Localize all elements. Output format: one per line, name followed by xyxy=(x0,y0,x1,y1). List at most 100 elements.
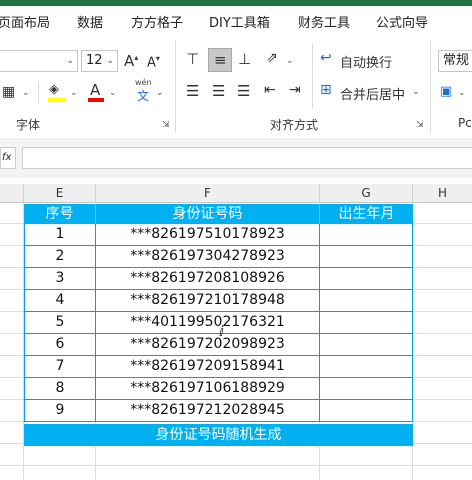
column-header-h[interactable]: H xyxy=(413,184,472,203)
font-name-dropdown[interactable]: ⌄ xyxy=(0,50,78,72)
font-color-button[interactable]: A xyxy=(86,80,106,104)
align-middle-button[interactable]: ≡ xyxy=(208,48,232,72)
align-middle-icon: ≡ xyxy=(214,51,227,69)
decrease-indent-icon[interactable]: ⇤ xyxy=(264,82,276,98)
cell-id-number[interactable]: ***826197510178923 xyxy=(96,224,320,246)
phonetic-guide-button[interactable]: wén 文 xyxy=(132,78,154,104)
orientation-icon[interactable]: ⇗ xyxy=(266,50,278,66)
cell-seq[interactable]: 6 xyxy=(24,334,96,356)
cell-id-number[interactable]: ***826197304278923 xyxy=(96,246,320,268)
merge-cells-icon: ⊞ xyxy=(320,82,332,98)
cell-id-number[interactable]: ***826197202098923 xyxy=(96,334,320,356)
alignment-group-label: 对齐方式 xyxy=(270,118,319,132)
chevron-down-icon[interactable]: ⌄ xyxy=(156,88,164,98)
merge-center-label: 合并后居中 xyxy=(340,88,406,103)
cell-seq[interactable]: 1 xyxy=(24,224,96,246)
column-header-g[interactable]: G xyxy=(320,184,413,203)
align-top-button[interactable]: ⊤ xyxy=(184,50,204,72)
tab-diy-toolbox[interactable]: DIY工具箱 xyxy=(209,12,270,31)
merge-center-button[interactable]: ⊞ 合并后居中 ⌄ xyxy=(320,82,420,104)
fill-color-swatch xyxy=(48,98,66,102)
column-header-d[interactable] xyxy=(0,184,24,203)
ibeam-cursor-icon: ⅈ xyxy=(219,324,224,340)
cell-id-number[interactable]: ***826197212028945 xyxy=(96,400,320,422)
cell-id-number[interactable]: ***401199502176321 xyxy=(96,312,320,334)
align-bottom-icon: ⊥ xyxy=(238,50,252,68)
phonetic-pinyin: wén xyxy=(135,78,152,87)
number-format-value: 常规 xyxy=(443,53,470,68)
chevron-down-icon: ⌄ xyxy=(412,87,420,97)
chevron-down-icon[interactable]: ⌄ xyxy=(22,88,30,98)
column-header-e[interactable]: E xyxy=(24,184,96,203)
cell-id-number[interactable]: ***826197210178948 xyxy=(96,290,320,312)
cell-seq[interactable]: 8 xyxy=(24,378,96,400)
paint-bucket-icon: ◈ xyxy=(49,82,59,97)
fx-icon[interactable]: fx xyxy=(0,147,16,169)
align-bottom-button[interactable]: ⊥ xyxy=(236,50,256,72)
cell-seq[interactable]: 7 xyxy=(24,356,96,378)
alignment-dialog-launcher-icon[interactable]: ⇲ xyxy=(416,120,424,130)
cell-birth[interactable] xyxy=(320,334,413,356)
grow-font-button[interactable]: A▴ xyxy=(124,52,138,70)
align-right-icon[interactable]: ☰ xyxy=(237,82,250,100)
shrink-font-icon: A xyxy=(147,55,156,71)
number-group-label: Pc xyxy=(458,116,472,130)
tab-formula-wizard[interactable]: 公式向导 xyxy=(376,12,428,31)
ribbon-tabs: 页面布局 数据 方方格子 DIY工具箱 财务工具 公式向导 xyxy=(0,6,472,36)
chevron-down-icon[interactable]: ⌄ xyxy=(286,56,294,66)
wrap-text-icon: ↩ xyxy=(320,50,332,66)
cell-seq[interactable]: 5 xyxy=(24,312,96,334)
increase-indent-icon[interactable]: ⇥ xyxy=(289,82,301,98)
wrap-text-button[interactable]: ↩ 自动换行 xyxy=(320,50,420,72)
column-header-f[interactable]: F xyxy=(96,184,320,203)
font-color-swatch xyxy=(88,98,104,102)
cell-seq[interactable]: 9 xyxy=(24,400,96,422)
cell-seq[interactable]: 4 xyxy=(24,290,96,312)
tab-data[interactable]: 数据 xyxy=(77,12,103,31)
grow-font-icon: A xyxy=(124,52,135,70)
tab-finance-tools[interactable]: 财务工具 xyxy=(298,12,350,31)
phonetic-char: 文 xyxy=(137,89,150,103)
footer-note[interactable]: 身份证号码随机生成 xyxy=(24,424,413,446)
cell-birth[interactable] xyxy=(320,268,413,290)
cell-id-number[interactable]: ***826197209158941 xyxy=(96,356,320,378)
font-size-value: 12 xyxy=(86,53,103,68)
formula-input[interactable] xyxy=(22,147,472,169)
borders-icon[interactable]: ▦ xyxy=(2,84,15,100)
cell-seq[interactable]: 3 xyxy=(24,268,96,290)
header-seq[interactable]: 序号 xyxy=(24,204,96,224)
ribbon-home: ⌄ 12 ⌄ A▴ A▾ ▦ ⌄ ◈ ⌄ A ⌄ wén 文 ⌄ 字体 ⇲ ⊤ … xyxy=(0,36,472,139)
cell-birth[interactable] xyxy=(320,356,413,378)
cell-birth[interactable] xyxy=(320,224,413,246)
tab-fangfang-grid[interactable]: 方方格子 xyxy=(131,12,183,31)
align-left-icon[interactable]: ☰ xyxy=(186,82,199,100)
cell-birth[interactable] xyxy=(320,290,413,312)
chevron-down-icon: ⌄ xyxy=(106,56,114,66)
number-format-dropdown[interactable]: 常规 xyxy=(438,50,472,72)
fill-color-button[interactable]: ◈ xyxy=(46,80,68,104)
chevron-down-icon[interactable]: ⌄ xyxy=(458,88,466,98)
align-top-icon: ⊤ xyxy=(186,50,199,68)
font-dialog-launcher-icon[interactable]: ⇲ xyxy=(162,120,170,130)
cell-birth[interactable] xyxy=(320,378,413,400)
cell-id-number[interactable]: ***826197106188929 xyxy=(96,378,320,400)
cell-birth[interactable] xyxy=(320,400,413,422)
cell-seq[interactable]: 2 xyxy=(24,246,96,268)
chevron-down-icon[interactable]: ⌄ xyxy=(109,88,117,98)
cell-birth[interactable] xyxy=(320,312,413,334)
tab-page-layout[interactable]: 页面布局 xyxy=(0,12,50,31)
cell-id-number[interactable]: ***826197208108926 xyxy=(96,268,320,290)
grid-hline xyxy=(0,465,472,466)
header-birth[interactable]: 出生年月 xyxy=(320,204,413,224)
wrap-text-label: 自动换行 xyxy=(340,56,393,71)
font-size-dropdown[interactable]: 12 ⌄ xyxy=(81,50,118,72)
align-center-icon[interactable]: ☰ xyxy=(212,82,225,100)
cell-birth[interactable] xyxy=(320,246,413,268)
chevron-down-icon: ⌄ xyxy=(66,56,74,66)
chevron-down-icon[interactable]: ⌄ xyxy=(70,88,78,98)
accounting-format-icon[interactable]: ▣ xyxy=(440,84,452,99)
font-group-label: 字体 xyxy=(16,118,41,132)
header-id-number[interactable]: 身份证号码 xyxy=(96,204,320,224)
shrink-font-button[interactable]: A▾ xyxy=(147,54,160,70)
font-color-a-icon: A xyxy=(90,81,101,99)
